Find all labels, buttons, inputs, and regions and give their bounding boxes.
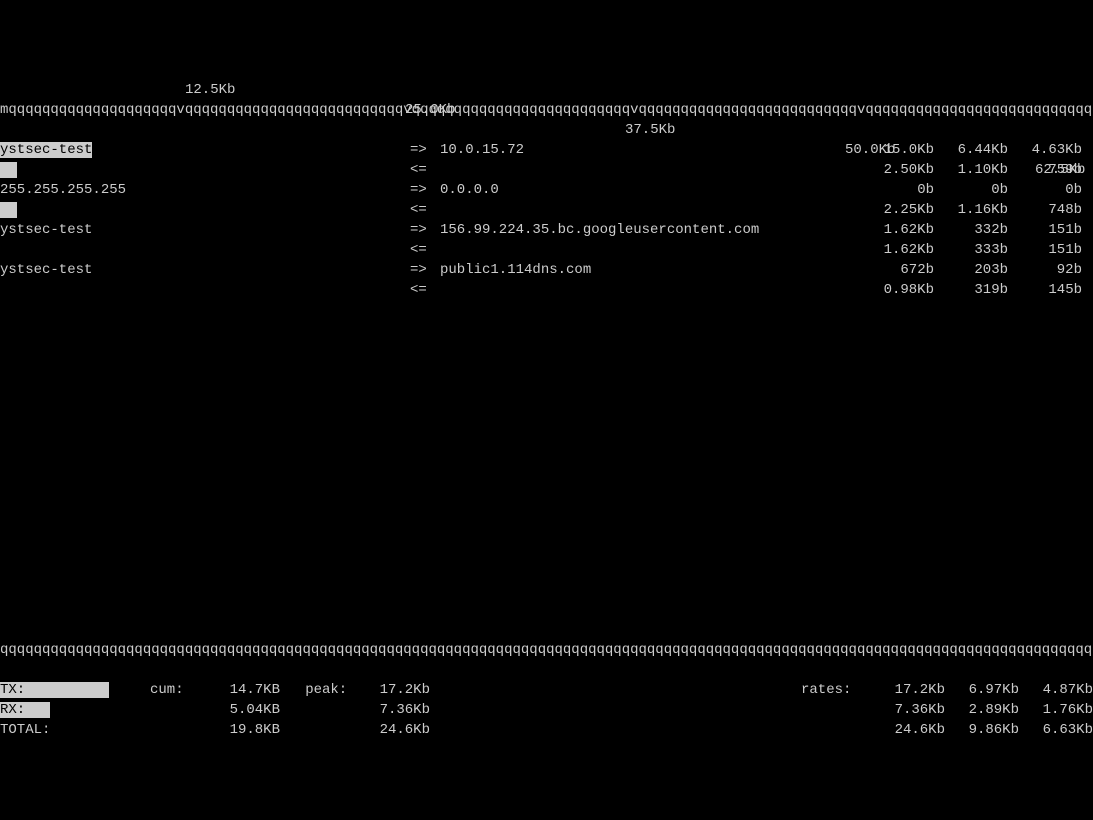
cum-label: cum:	[150, 680, 210, 700]
rate-10s: 1.16Kb	[934, 200, 1008, 220]
dest-host: public1.114dns.com	[440, 260, 860, 280]
cum-label	[150, 720, 210, 740]
rate-10s: 203b	[934, 260, 1008, 280]
source-host: 255.255.255.255	[0, 180, 410, 200]
cum-label	[150, 700, 210, 720]
rate-40s: 145b	[1008, 280, 1082, 300]
rate-2s: 17.2Kb	[871, 680, 945, 700]
source-host: ystsec-test	[0, 260, 410, 280]
rate-40s: 92b	[1008, 260, 1082, 280]
rate-10s: 9.86Kb	[945, 720, 1019, 740]
footer-ruler: qqqqqqqqqqqqqqqqqqqqqqqqqqqqqqqqqqqqqqqq…	[0, 640, 1093, 660]
scale-tick: 50.0Kb	[845, 140, 895, 160]
rate-2s: 0b	[860, 180, 934, 200]
dest-host: 10.0.15.72	[440, 140, 860, 160]
scale-tick: 62.5Kb	[1035, 160, 1085, 180]
rate-2s: 1.62Kb	[860, 240, 934, 260]
peak-label	[280, 720, 350, 740]
dest-host	[440, 240, 860, 260]
arrow-out-icon: =>	[410, 140, 440, 160]
rate-2s: 24.6Kb	[871, 720, 945, 740]
bandwidth-scale: 12.5Kb 25.0Kb 37.5Kb 50.0Kb 62.5Kb	[0, 60, 1093, 80]
arrow-out-icon: =>	[410, 260, 440, 280]
rate-40s: 4.63Kb	[1008, 140, 1082, 160]
source-host: ystsec-test	[0, 220, 410, 240]
rates-label	[801, 700, 871, 720]
peak-label	[280, 700, 350, 720]
dest-host	[440, 160, 860, 180]
dest-host	[440, 280, 860, 300]
footer-stats: TX: cum:14.7KB peak:17.2Kbrates:17.2Kb6.…	[0, 680, 1093, 740]
rate-40s: 151b	[1008, 240, 1082, 260]
peak-value: 17.2Kb	[350, 680, 430, 700]
peak-value: 24.6Kb	[350, 720, 430, 740]
source-host	[0, 280, 410, 300]
footer-row: TOTAL:19.8KB24.6Kb24.6Kb9.86Kb6.63Kb	[0, 720, 1093, 740]
rate-40s: 151b	[1008, 220, 1082, 240]
spacer	[0, 320, 1093, 620]
rates-label	[801, 720, 871, 740]
connection-row: <= 2.25Kb1.16Kb748b	[0, 200, 1093, 220]
scale-ruler: mqqqqqqqqqqqqqqqqqqqqvqqqqqqqqqqqqqqqqqq…	[0, 100, 1093, 120]
arrow-in-icon: <=	[410, 200, 440, 220]
arrow-in-icon: <=	[410, 240, 440, 260]
connection-row: <= 0.98Kb319b145b	[0, 280, 1093, 300]
arrow-out-icon: =>	[410, 220, 440, 240]
source-host	[0, 202, 17, 218]
rate-40s: 748b	[1008, 200, 1082, 220]
cum-value: 19.8KB	[210, 720, 280, 740]
rate-10s: 319b	[934, 280, 1008, 300]
source-host	[0, 162, 17, 178]
peak-label: peak:	[280, 680, 350, 700]
connection-row: ystsec-test=>10.0.15.7215.0Kb6.44Kb4.63K…	[0, 140, 1093, 160]
source-host: ystsec-test	[0, 142, 92, 158]
rate-40s: 6.63Kb	[1019, 720, 1093, 740]
rate-2s: 2.50Kb	[860, 160, 934, 180]
rate-10s: 1.10Kb	[934, 160, 1008, 180]
rate-10s: 2.89Kb	[945, 700, 1019, 720]
dest-host: 156.99.224.35.bc.googleusercontent.com	[440, 220, 860, 240]
source-host	[0, 240, 410, 260]
scale-tick: 25.0Kb	[405, 100, 455, 120]
rate-10s: 333b	[934, 240, 1008, 260]
cum-value: 5.04KB	[210, 700, 280, 720]
scale-tick: 37.5Kb	[625, 120, 675, 140]
dest-host: 0.0.0.0	[440, 180, 860, 200]
footer-row: TX: cum:14.7KB peak:17.2Kbrates:17.2Kb6.…	[0, 680, 1093, 700]
connection-row: <=2.50Kb1.10Kb759b	[0, 160, 1093, 180]
rates-label: rates:	[801, 680, 871, 700]
rate-2s: 7.36Kb	[871, 700, 945, 720]
footer-row: RX: 5.04KB7.36Kb7.36Kb2.89Kb1.76Kb	[0, 700, 1093, 720]
rate-10s: 6.44Kb	[934, 140, 1008, 160]
rate-2s: 1.62Kb	[860, 220, 934, 240]
footer-label: RX:	[0, 700, 150, 720]
connection-row: 255.255.255.255=>0.0.0.00b0b0b	[0, 180, 1093, 200]
rate-10s: 6.97Kb	[945, 680, 1019, 700]
rate-2s: 0.98Kb	[860, 280, 934, 300]
rate-2s: 672b	[860, 260, 934, 280]
connection-row: <= 1.62Kb333b151b	[0, 240, 1093, 260]
arrow-in-icon: <=	[410, 160, 440, 180]
footer-label: TX:	[0, 680, 150, 700]
cum-value: 14.7KB	[210, 680, 280, 700]
footer-label: TOTAL:	[0, 720, 150, 740]
rate-40s: 1.76Kb	[1019, 700, 1093, 720]
rate-10s: 332b	[934, 220, 1008, 240]
scale-tick: 12.5Kb	[185, 80, 235, 100]
connection-list: ystsec-test=>10.0.15.7215.0Kb6.44Kb4.63K…	[0, 140, 1093, 300]
rate-40s: 0b	[1008, 180, 1082, 200]
connection-row: ystsec-test=>public1.114dns.com672b203b9…	[0, 260, 1093, 280]
dest-host	[440, 200, 860, 220]
arrow-in-icon: <=	[410, 280, 440, 300]
rate-40s: 4.87Kb	[1019, 680, 1093, 700]
rate-10s: 0b	[934, 180, 1008, 200]
rate-2s: 2.25Kb	[860, 200, 934, 220]
peak-value: 7.36Kb	[350, 700, 430, 720]
arrow-out-icon: =>	[410, 180, 440, 200]
connection-row: ystsec-test=>156.99.224.35.bc.googleuser…	[0, 220, 1093, 240]
